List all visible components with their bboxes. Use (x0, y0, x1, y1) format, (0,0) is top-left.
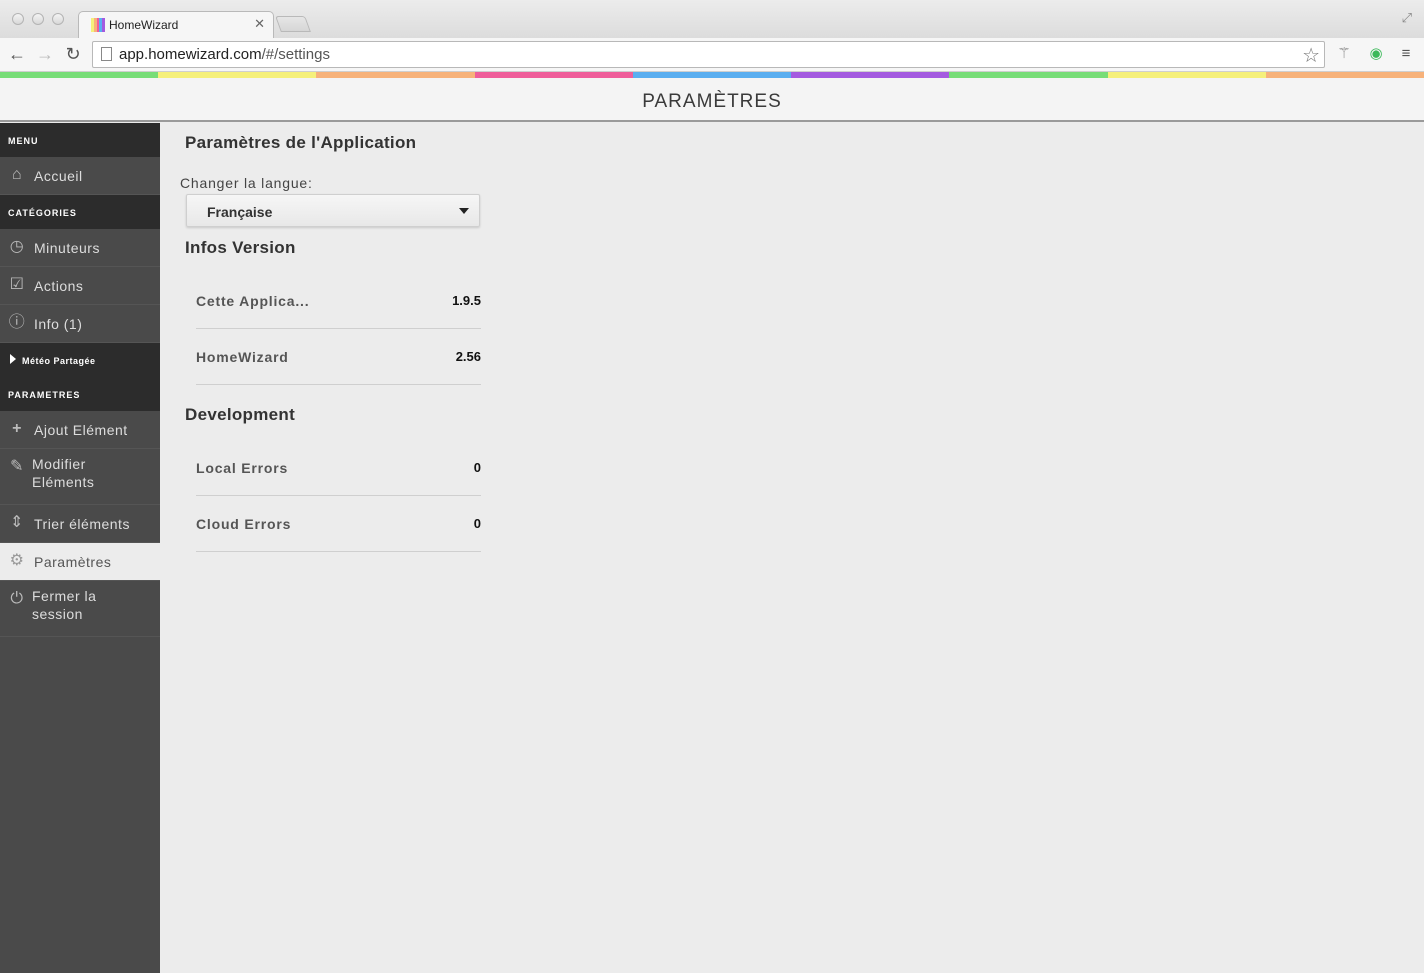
bookmark-star-icon[interactable]: ☆ (1302, 43, 1320, 68)
sidebar: MENU ⌂ Accueil CATÉGORIES ◷ Minuteurs ☑ … (0, 123, 160, 973)
development-title: Development (185, 405, 296, 424)
url-text: app.homewizard.com/#/settings (119, 46, 330, 63)
tab-title: HomeWizard (109, 18, 179, 32)
sidebar-item-settings[interactable]: ⚙ Paramètres (0, 543, 160, 581)
row-value: 1.9.5 (452, 293, 481, 308)
sidebar-item-home[interactable]: ⌂ Accueil (0, 157, 160, 195)
row-value: 0 (473, 516, 481, 531)
expand-arrow-icon (10, 354, 16, 364)
sort-icon: ⇕ (10, 514, 24, 531)
address-bar[interactable]: app.homewizard.com/#/settings ☆ (92, 41, 1325, 68)
minimize-window-button[interactable] (32, 13, 44, 25)
zoom-window-button[interactable] (52, 13, 64, 25)
main-content: Paramètres de l'Application Changer la l… (160, 123, 1424, 973)
extension-green-icon[interactable]: ◉ (1367, 45, 1385, 63)
menu-icon[interactable]: ≡ (1397, 45, 1415, 63)
page-icon (101, 47, 112, 61)
language-select[interactable]: Française (186, 194, 480, 227)
sidebar-header-menu: MENU (0, 123, 160, 157)
row-value: 0 (473, 460, 481, 475)
checkbox-icon: ☑ (9, 276, 25, 293)
row-key: Local Errors (196, 460, 289, 476)
sidebar-item-label: Minuteurs (34, 240, 100, 256)
version-row-homewizard: HomeWizard 2.56 (196, 329, 481, 385)
info-icon: ⓘ (8, 314, 26, 331)
sidebar-item-label: Météo Partagée (22, 356, 96, 366)
sidebar-header-settings: PARAMETRES (0, 377, 160, 411)
language-select-value: Française (207, 204, 273, 220)
sidebar-item-actions[interactable]: ☑ Actions (0, 267, 160, 305)
pencil-icon: ✎ (10, 458, 24, 475)
sidebar-item-logout[interactable]: ⏻ Fermer la session (0, 581, 160, 637)
extension-icon[interactable]: ⚚ (1335, 45, 1353, 63)
close-tab-icon[interactable]: ✕ (254, 16, 265, 32)
row-key: Cloud Errors (196, 516, 292, 532)
row-key: HomeWizard (196, 349, 289, 365)
page-title: PARAMÈTRES (642, 91, 782, 112)
dev-row-local-errors: Local Errors 0 (196, 440, 481, 496)
sidebar-item-shared-weather[interactable]: Météo Partagée (0, 343, 160, 377)
sidebar-item-edit-elements[interactable]: ✎ Modifier Eléments (0, 449, 160, 505)
reload-icon[interactable]: ↻ (62, 43, 84, 65)
browser-toolbar: ← → ↻ app.homewizard.com/#/settings ☆ ⚚ … (0, 38, 1424, 72)
sidebar-item-label: Actions (34, 278, 84, 294)
version-info-title: Infos Version (185, 238, 296, 257)
row-key: Cette Applica... (196, 293, 310, 309)
clock-icon: ◷ (9, 238, 25, 255)
sidebar-item-label: Trier éléments (34, 516, 130, 532)
sidebar-header-categories: CATÉGORIES (0, 195, 160, 229)
fullscreen-icon[interactable]: ⤢ (1402, 10, 1412, 26)
sidebar-item-add-element[interactable]: + Ajout Elément (0, 411, 160, 449)
sidebar-item-info[interactable]: ⓘ Info (1) (0, 305, 160, 343)
sidebar-item-label: Ajout Elément (34, 422, 128, 438)
gear-icon: ⚙ (9, 552, 25, 569)
forward-icon[interactable]: → (34, 43, 56, 65)
power-icon: ⏻ (10, 590, 24, 607)
sidebar-item-label: Accueil (34, 168, 83, 184)
sidebar-item-label: Fermer la session (32, 588, 97, 622)
sidebar-item-label: Paramètres (34, 554, 112, 570)
sidebar-item-label: Modifier Eléments (32, 456, 95, 490)
version-row-app: Cette Applica... 1.9.5 (196, 273, 481, 329)
row-value: 2.56 (455, 349, 481, 364)
sidebar-item-sort-elements[interactable]: ⇕ Trier éléments (0, 505, 160, 543)
close-window-button[interactable] (12, 13, 24, 25)
dev-row-cloud-errors: Cloud Errors 0 (196, 496, 481, 552)
chevron-down-icon (459, 208, 469, 214)
app-header: PARAMÈTRES (0, 78, 1424, 122)
browser-titlebar: HomeWizard ✕ ⤢ (0, 0, 1424, 38)
new-tab-button[interactable] (275, 16, 311, 32)
homewizard-favicon-icon (91, 18, 105, 32)
sidebar-item-label: Info (1) (34, 316, 83, 332)
language-label: Changer la langue: (180, 175, 313, 191)
plus-icon: + (12, 420, 22, 437)
back-icon[interactable]: ← (6, 43, 28, 65)
home-icon: ⌂ (11, 166, 23, 183)
sidebar-item-timers[interactable]: ◷ Minuteurs (0, 229, 160, 267)
app-settings-title: Paramètres de l'Application (185, 133, 417, 152)
browser-tab[interactable]: HomeWizard ✕ (78, 11, 274, 38)
